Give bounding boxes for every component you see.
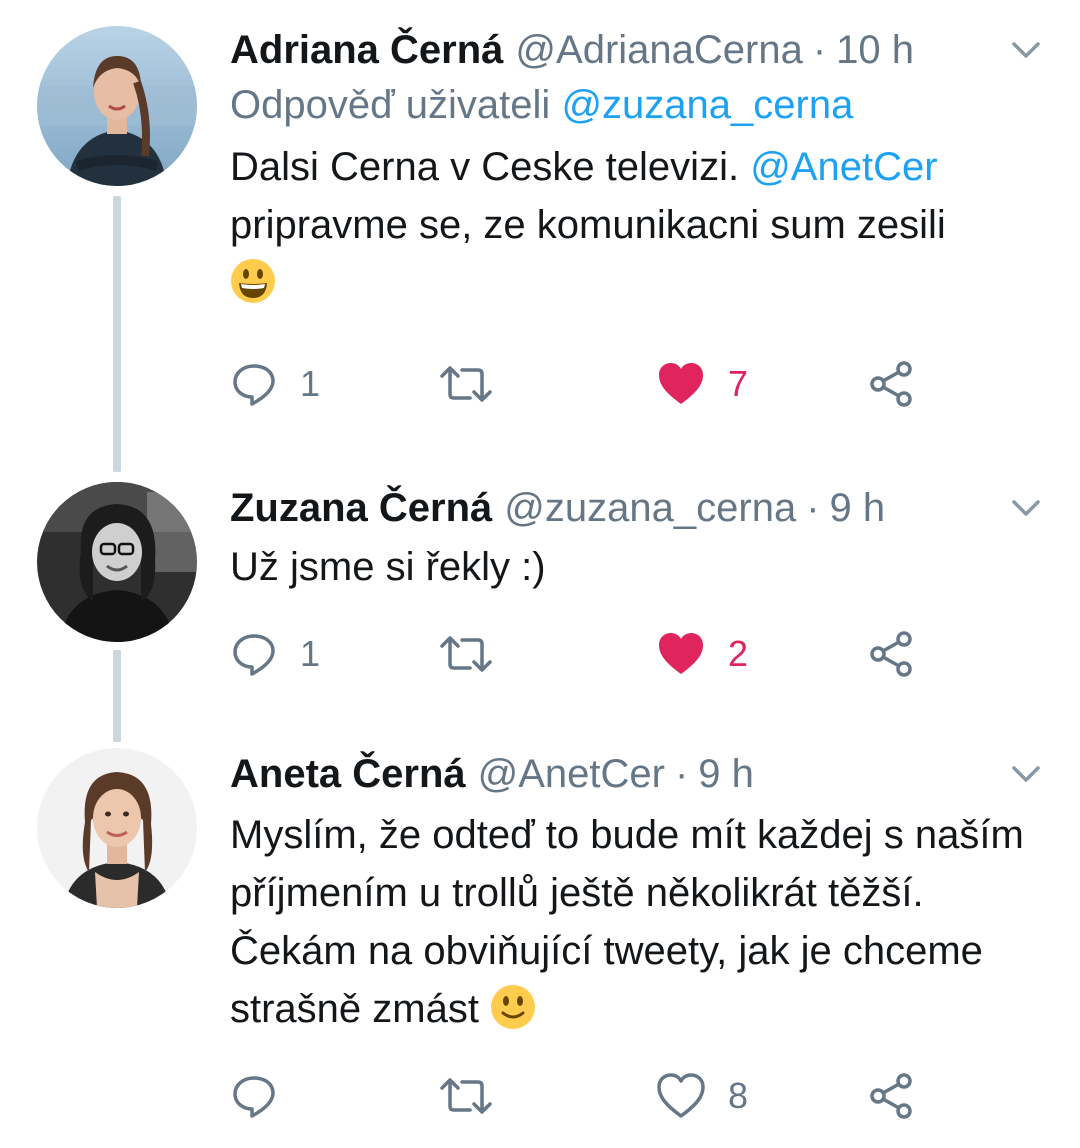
slightly-smiling-face-emoji — [491, 985, 536, 1029]
author-name[interactable]: Adriana Černá — [230, 24, 503, 76]
separator-dot: · — [812, 28, 827, 72]
author-handle[interactable]: @AnetCer — [478, 748, 665, 800]
like-button[interactable]: 7 — [656, 354, 748, 414]
retweet-icon — [440, 1078, 492, 1114]
reply-prefix: Odpověď uživateli — [230, 83, 551, 127]
like-button[interactable]: 8 — [656, 1066, 748, 1126]
avatar[interactable] — [37, 26, 197, 186]
chevron-down-icon[interactable] — [1008, 756, 1044, 792]
tweet-text-part: Dalsi Cerna v Ceske televizi. — [230, 145, 740, 189]
tweet-header: Aneta Černá @AnetCer · 9 h — [230, 748, 1050, 800]
tweet-header: Adriana Černá @AdrianaCerna · 10 h — [230, 24, 1050, 76]
share-button[interactable] — [866, 354, 916, 414]
tweet-actions: 1 2 — [230, 624, 990, 684]
share-icon — [870, 631, 912, 677]
separator-dot: · — [806, 486, 820, 530]
tweet-header: Zuzana Černá @zuzana_cerna · 9 h — [230, 482, 1050, 534]
author-name[interactable]: Aneta Černá — [230, 748, 466, 800]
timestamp[interactable]: 9 h — [698, 748, 754, 800]
author-name[interactable]: Zuzana Černá — [230, 482, 492, 534]
like-count: 2 — [728, 633, 749, 674]
retweet-button[interactable] — [438, 354, 516, 414]
reply-button[interactable] — [230, 1066, 300, 1126]
reply-icon — [233, 1076, 275, 1118]
reply-icon — [233, 634, 275, 676]
timestamp[interactable]: 10 h — [836, 24, 914, 76]
tweet-actions: 8 — [230, 1066, 990, 1126]
retweet-icon — [440, 636, 492, 672]
mention-link[interactable]: @AnetCer — [750, 145, 937, 189]
heart-icon — [659, 363, 703, 404]
chevron-down-icon[interactable] — [1008, 490, 1044, 526]
tweet-text: Dalsi Cerna v Ceske televizi. @AnetCer p… — [230, 138, 1050, 312]
retweet-button[interactable] — [438, 1066, 516, 1126]
heart-icon — [657, 1073, 705, 1118]
author-handle[interactable]: @zuzana_cerna — [504, 482, 796, 534]
grinning-face-emoji — [231, 259, 275, 303]
like-count: 8 — [728, 1075, 749, 1116]
avatar[interactable] — [37, 482, 197, 642]
tweet-actions: 1 7 — [230, 354, 990, 414]
reply-icon — [233, 364, 275, 406]
reply-count: 1 — [300, 363, 321, 404]
avatar[interactable] — [37, 748, 197, 908]
like-count: 7 — [728, 363, 749, 404]
reply-context: Odpověď uživateli @zuzana_cerna — [230, 78, 1050, 132]
share-button[interactable] — [866, 1066, 916, 1126]
heart-icon — [659, 633, 703, 674]
tweet[interactable]: Zuzana Černá @zuzana_cerna · 9 h Už jsme… — [0, 470, 1080, 710]
reply-count: 1 — [300, 633, 321, 674]
author-handle[interactable]: @AdrianaCerna — [515, 24, 802, 76]
reply-button[interactable]: 1 — [230, 354, 320, 414]
tweet-text-part: Myslím, že odteď to bude mít každej s na… — [230, 813, 1024, 1031]
chevron-down-icon[interactable] — [1008, 32, 1044, 68]
retweet-button[interactable] — [438, 624, 516, 684]
retweet-icon — [440, 366, 492, 402]
tweet[interactable]: Adriana Černá @AdrianaCerna · 10 h Odpov… — [0, 0, 1080, 440]
reply-mention-link[interactable]: @zuzana_cerna — [561, 83, 853, 127]
tweet[interactable]: Aneta Černá @AnetCer · 9 h Myslím, že od… — [0, 736, 1080, 1148]
separator-dot: · — [674, 752, 689, 796]
share-button[interactable] — [866, 624, 916, 684]
tweet-text: Už jsme si řekly :) — [230, 545, 546, 589]
like-button[interactable]: 2 — [656, 624, 748, 684]
reply-button[interactable]: 1 — [230, 624, 320, 684]
share-icon — [870, 361, 912, 407]
tweet-text: Myslím, že odteď to bude mít každej s na… — [230, 806, 1030, 1038]
tweet-text-part: pripravme se, ze komunikacni sum zesili — [230, 203, 946, 247]
timestamp[interactable]: 9 h — [830, 482, 886, 534]
share-icon — [870, 1073, 912, 1119]
